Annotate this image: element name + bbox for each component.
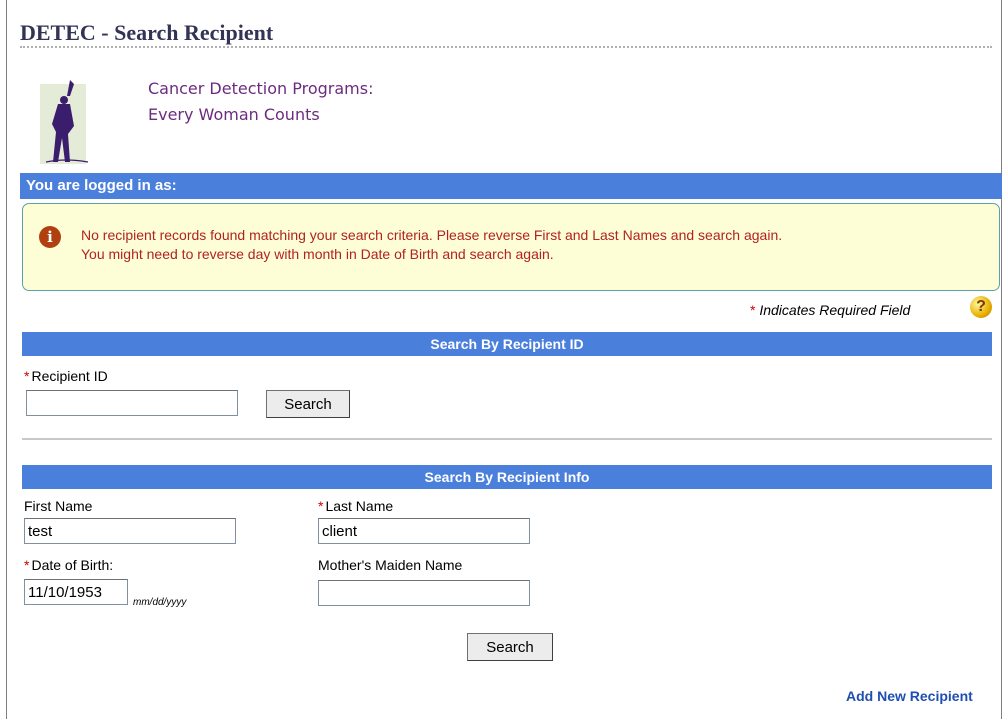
add-new-recipient-link[interactable]: Add New Recipient bbox=[846, 688, 973, 704]
maiden-name-input[interactable] bbox=[318, 580, 530, 606]
dob-format-hint: mm/dd/yyyy bbox=[133, 597, 187, 608]
required-field-note: * Indicates Required Field bbox=[750, 302, 910, 318]
required-note-text: Indicates Required Field bbox=[759, 302, 911, 318]
last-name-label-text: Last Name bbox=[325, 498, 394, 514]
search-by-id-button[interactable]: Search bbox=[266, 390, 350, 418]
required-star: * bbox=[24, 557, 30, 573]
maiden-name-label: Mother's Maiden Name bbox=[318, 557, 463, 573]
dob-input[interactable] bbox=[24, 579, 128, 605]
section-divider bbox=[22, 438, 992, 440]
logged-in-bar: You are logged in as: bbox=[20, 173, 1002, 199]
help-icon[interactable]: ? bbox=[970, 296, 992, 318]
recipient-id-input[interactable] bbox=[26, 390, 238, 416]
no-results-message: i No recipient records found matching yo… bbox=[22, 203, 1000, 291]
tagline-line-2: Every Woman Counts bbox=[148, 105, 320, 124]
message-text: No recipient records found matching your… bbox=[81, 226, 782, 264]
dob-label-text: Date of Birth: bbox=[31, 557, 114, 573]
search-by-info-header: Search By Recipient Info bbox=[22, 465, 992, 489]
page-title: DETEC - Search Recipient bbox=[20, 20, 274, 45]
required-star: * bbox=[318, 498, 324, 514]
message-line-1: No recipient records found matching your… bbox=[81, 227, 783, 243]
last-name-label: * Last Name bbox=[318, 498, 393, 514]
search-by-info-button[interactable]: Search bbox=[467, 633, 553, 661]
last-name-input[interactable] bbox=[318, 518, 530, 544]
recipient-id-label-text: Recipient ID bbox=[31, 368, 108, 384]
required-star: * bbox=[750, 302, 756, 318]
recipient-id-label: * Recipient ID bbox=[24, 368, 108, 384]
program-tagline: Cancer Detection Programs: Every Woman C… bbox=[148, 76, 373, 128]
search-by-id-header: Search By Recipient ID bbox=[22, 332, 992, 356]
logo-figure-icon bbox=[40, 80, 89, 164]
info-icon: i bbox=[39, 226, 61, 248]
tagline-line-1: Cancer Detection Programs: bbox=[148, 79, 374, 98]
message-line-2: You might need to reverse day with month… bbox=[81, 246, 554, 262]
dob-label: * Date of Birth: bbox=[24, 557, 113, 573]
first-name-label: First Name bbox=[24, 498, 93, 514]
title-divider bbox=[20, 46, 992, 48]
first-name-input[interactable] bbox=[24, 518, 236, 544]
required-star: * bbox=[24, 368, 30, 384]
